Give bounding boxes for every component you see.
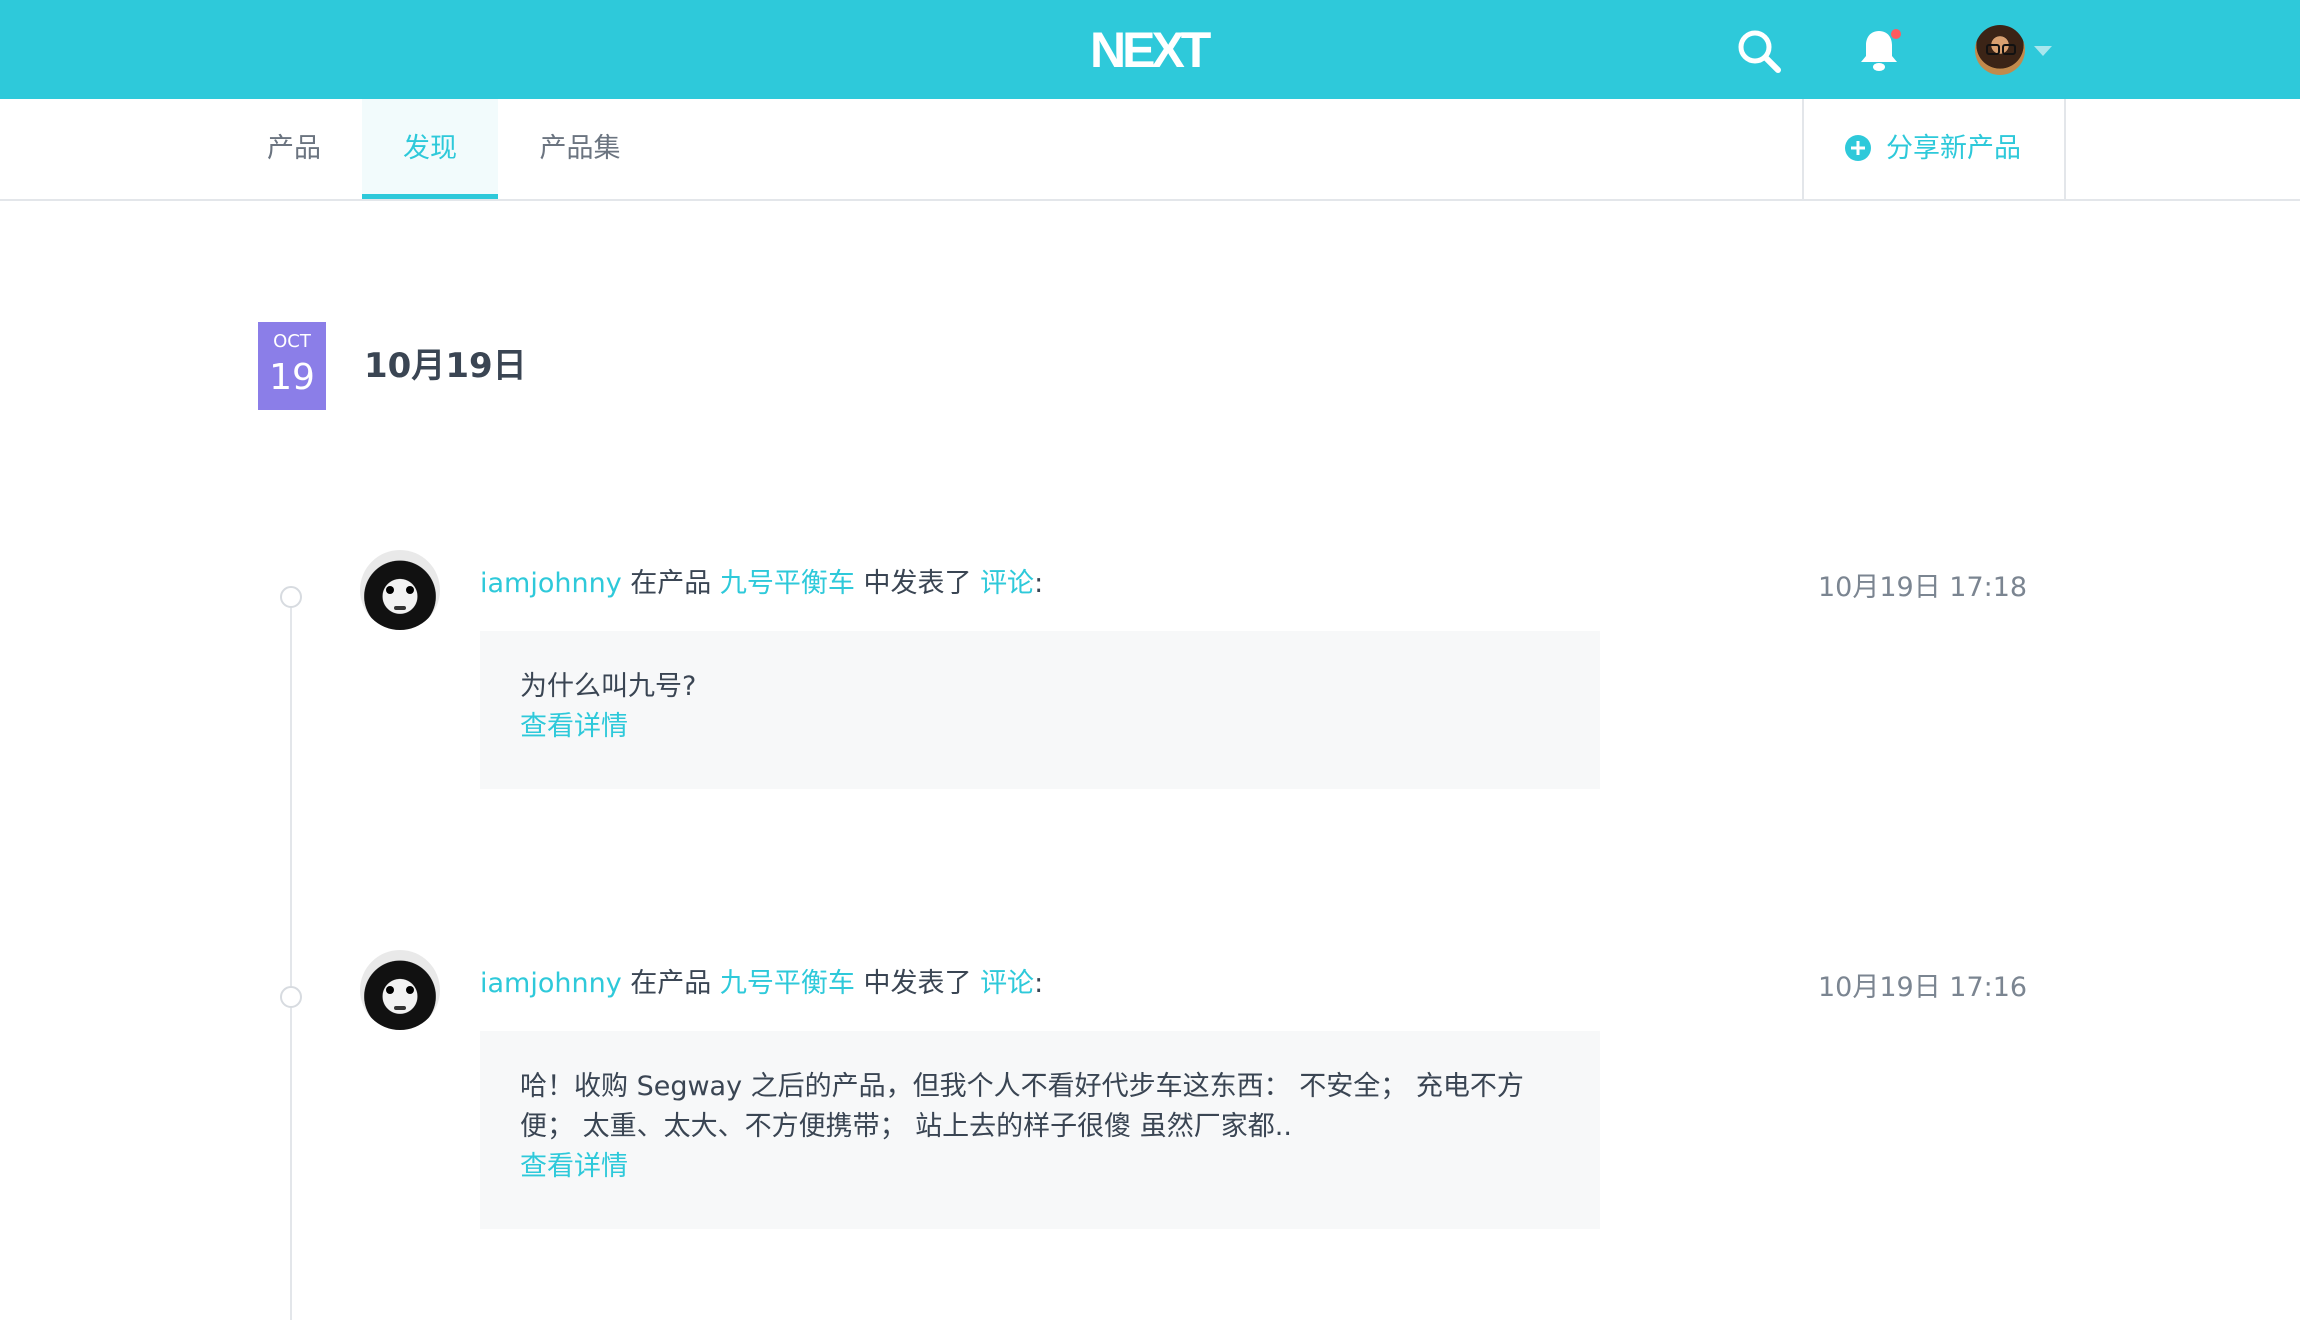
plus-circle-icon — [1845, 135, 1871, 161]
sub-nav: 产品 发现 产品集 分享新产品 — [0, 99, 2300, 201]
entry-timestamp: 10月19日 17:18 — [1818, 572, 2028, 603]
user-avatar[interactable] — [1975, 25, 2025, 75]
share-new-product-button[interactable]: 分享新产品 — [1802, 99, 2066, 199]
entry-timestamp: 10月19日 17:16 — [1818, 972, 2028, 1003]
colon-text: : — [1034, 968, 1044, 999]
date-day: 19 — [269, 357, 315, 398]
comment-text: 便； 太重、太大、不方便携带； 站上去的样子很傻 虽然厂家都.. — [520, 1111, 1292, 1142]
activity-text: 中发表了 — [863, 568, 972, 599]
chevron-down-icon[interactable] — [2034, 46, 2052, 56]
top-bar: NEXT — [0, 0, 2300, 99]
date-title: 10月19日 — [364, 346, 527, 386]
view-details-link[interactable]: 查看详情 — [520, 1147, 1560, 1187]
comment-box: 为什么叫九号? 查看详情 — [480, 631, 1600, 789]
comment-link[interactable]: 评论 — [980, 968, 1034, 999]
activity-line: iamjohnny 在产品 九号平衡车 中发表了 评论: — [480, 566, 1043, 602]
comment-text: 哈！收购 Segway 之后的产品，但我个人不看好代步车这东西： 不安全； 充电… — [520, 1071, 1524, 1102]
product-link[interactable]: 九号平衡车 — [720, 968, 855, 999]
product-link[interactable]: 九号平衡车 — [720, 568, 855, 599]
tab-products[interactable]: 产品 — [244, 99, 344, 199]
timeline-dot — [280, 986, 302, 1008]
commenter-avatar[interactable] — [360, 550, 440, 630]
activity-text: 中发表了 — [863, 968, 972, 999]
date-badge: OCT 19 — [258, 322, 326, 410]
activity-line: iamjohnny 在产品 九号平衡车 中发表了 评论: — [480, 966, 1043, 1002]
comment-text: 为什么叫九号? — [520, 671, 697, 702]
timeline-line — [290, 600, 292, 1320]
activity-text: 在产品 — [630, 568, 712, 599]
commenter-avatar[interactable] — [360, 950, 440, 1030]
tab-discover[interactable]: 发现 — [362, 99, 498, 199]
comment-box: 哈！收购 Segway 之后的产品，但我个人不看好代步车这东西： 不安全； 充电… — [480, 1031, 1600, 1229]
view-details-link[interactable]: 查看详情 — [520, 707, 1560, 747]
notification-dot — [1891, 29, 1901, 39]
search-icon[interactable] — [1736, 28, 1782, 74]
activity-text: 在产品 — [630, 968, 712, 999]
timeline-dot — [280, 586, 302, 608]
comment-link[interactable]: 评论 — [980, 568, 1034, 599]
logo[interactable]: NEXT — [1090, 25, 1211, 75]
tab-collections[interactable]: 产品集 — [520, 99, 640, 199]
colon-text: : — [1034, 568, 1044, 599]
date-month: OCT — [273, 331, 311, 352]
user-link[interactable]: iamjohnny — [480, 568, 622, 599]
user-link[interactable]: iamjohnny — [480, 968, 622, 999]
share-new-product-label: 分享新产品 — [1886, 133, 2021, 164]
